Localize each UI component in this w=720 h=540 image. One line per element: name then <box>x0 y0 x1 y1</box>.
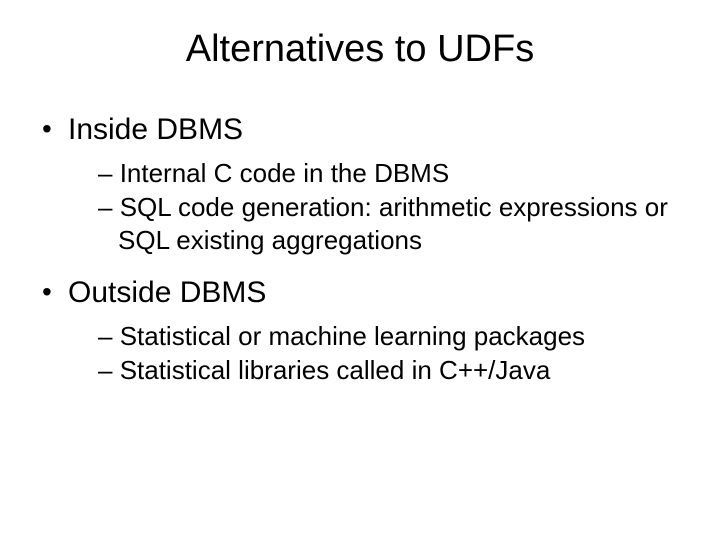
bullet-text: Inside DBMS <box>68 113 243 146</box>
sub-bullet-item: Statistical libraries called in C++/Java <box>70 354 680 387</box>
slide: Alternatives to UDFs Inside DBMS Interna… <box>0 0 720 540</box>
sub-bullet-list: Statistical or machine learning packages… <box>68 320 680 387</box>
sub-bullet-list: Internal C code in the DBMS SQL code gen… <box>68 157 680 257</box>
sub-bullet-item: Internal C code in the DBMS <box>70 157 680 190</box>
slide-title: Alternatives to UDFs <box>40 28 680 71</box>
sub-bullet-item: SQL code generation: arithmetic expressi… <box>70 191 680 256</box>
bullet-list: Inside DBMS Internal C code in the DBMS … <box>40 111 680 387</box>
bullet-item: Inside DBMS Internal C code in the DBMS … <box>40 111 680 256</box>
bullet-text: Outside DBMS <box>68 276 266 309</box>
sub-bullet-item: Statistical or machine learning packages <box>70 320 680 353</box>
bullet-item: Outside DBMS Statistical or machine lear… <box>40 274 680 387</box>
